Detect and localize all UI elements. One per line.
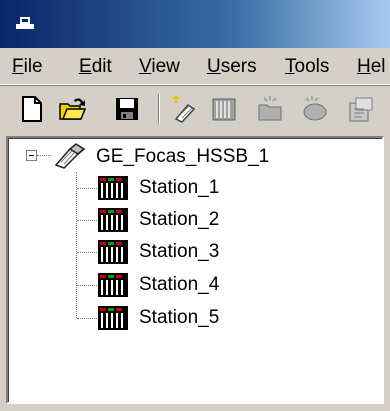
toolbar: [0, 85, 390, 130]
device-icon: [98, 306, 128, 330]
menu-tools[interactable]: Tools: [285, 56, 329, 78]
new-tag-icon[interactable]: [300, 95, 328, 123]
app-icon: [16, 17, 34, 29]
tree-connector: [77, 285, 97, 286]
tree-connector: [77, 318, 97, 319]
collapse-toggle[interactable]: [26, 150, 37, 161]
tree-root-label[interactable]: GE_Focas_HSSB_1: [96, 146, 269, 168]
menu-help[interactable]: Hel: [357, 56, 386, 78]
tree-connector: [37, 155, 51, 156]
properties-icon[interactable]: [346, 95, 374, 123]
device-icon: [98, 273, 128, 297]
save-icon[interactable]: [113, 95, 141, 123]
tree-item-station-5[interactable]: Station_5: [139, 307, 219, 329]
toolbar-separator: [158, 94, 160, 124]
menu-edit[interactable]: Edit: [79, 56, 112, 78]
new-file-icon[interactable]: [18, 95, 46, 123]
new-tag-group-icon[interactable]: [256, 95, 284, 123]
title-bar: [0, 0, 390, 48]
tree-item-station-2[interactable]: Station_2: [139, 209, 219, 231]
menu-view[interactable]: View: [139, 56, 180, 78]
menu-bar: File Edit View Users Tools Hel: [0, 48, 390, 85]
tree-item-station-4[interactable]: Station_4: [139, 274, 219, 296]
open-folder-icon[interactable]: [58, 95, 86, 123]
tree-item-station-3[interactable]: Station_3: [139, 241, 219, 263]
menu-users[interactable]: Users: [207, 56, 257, 78]
new-device-icon[interactable]: [210, 95, 238, 123]
tree-connector: [77, 188, 97, 189]
tree-connector: [77, 252, 97, 253]
channel-icon: [54, 143, 86, 169]
new-channel-icon[interactable]: [170, 95, 198, 123]
tree-connector: [77, 220, 97, 221]
tree-connector: [76, 172, 77, 318]
tree-item-station-1[interactable]: Station_1: [139, 177, 219, 199]
device-icon: [98, 208, 128, 232]
device-icon: [98, 240, 128, 264]
device-icon: [98, 176, 128, 200]
menu-file[interactable]: File: [12, 56, 43, 78]
